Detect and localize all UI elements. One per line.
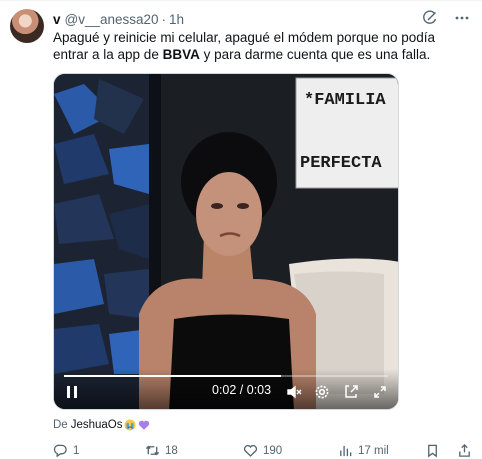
share-action[interactable] (457, 443, 472, 458)
reply-icon (53, 444, 67, 458)
repost-action[interactable]: 18 (145, 443, 178, 458)
video-controls: 0:02 / 0:03 (54, 369, 398, 409)
views-count: 17 mil (358, 444, 389, 457)
tweet-text: Apagué y reinicie mi celular, apagué el … (53, 29, 473, 63)
pip-icon[interactable] (343, 384, 359, 400)
attribution-author[interactable]: JeshuaOs (71, 419, 123, 431)
tweet-actions: 1 18 190 17 mil (53, 443, 473, 459)
share-icon (459, 443, 470, 457)
like-action[interactable]: 190 (243, 443, 282, 458)
sign-line-1: *FAMILIA (304, 91, 386, 110)
tweet-header: v @v__anessa20 · 1h (53, 10, 184, 28)
bookmark-action[interactable] (425, 443, 440, 458)
reply-action[interactable]: 1 (53, 443, 79, 458)
fullscreen-icon[interactable] (372, 384, 388, 400)
video-timecode: 0:02 / 0:03 (212, 383, 272, 397)
like-count: 190 (263, 444, 283, 457)
views-icon (340, 445, 352, 457)
progress-fill (64, 375, 282, 377)
pause-icon[interactable] (64, 384, 80, 400)
crying-face-emoji (124, 419, 136, 431)
header-actions (422, 10, 470, 26)
purple-heart-emoji (139, 420, 150, 430)
attribution-prefix: De (53, 419, 68, 431)
progress-bar[interactable] (64, 375, 388, 377)
video-attribution: De JeshuaOs (53, 419, 150, 431)
separator: · (161, 11, 167, 27)
video-player[interactable]: *FAMILIA PERFECTA 0:02 / 0:03 (53, 73, 399, 410)
display-name[interactable]: v (53, 12, 61, 27)
tweet-text-part2: y para darme cuenta que es una falla. (199, 47, 431, 62)
tweet[interactable]: v @v__anessa20 · 1h Apagué y reinicie mi… (0, 0, 482, 459)
sign-line-2: PERFECTA (300, 154, 382, 173)
heart-icon (243, 445, 258, 457)
more-icon[interactable] (454, 10, 470, 26)
bookmark-icon (428, 444, 437, 458)
avatar[interactable] (10, 9, 44, 43)
tweet-text-bold: BBVA (162, 47, 200, 62)
views-action[interactable]: 17 mil (338, 443, 389, 458)
video-frame: *FAMILIA PERFECTA (54, 74, 398, 409)
grok-icon[interactable] (422, 10, 438, 26)
timestamp[interactable]: 1h (169, 12, 184, 27)
repost-count: 18 (165, 444, 178, 457)
reply-count: 1 (73, 444, 80, 457)
repost-icon (145, 445, 160, 456)
settings-icon[interactable] (314, 384, 330, 400)
mute-icon[interactable] (286, 384, 302, 400)
user-handle[interactable]: @v__anessa20 (65, 12, 159, 27)
